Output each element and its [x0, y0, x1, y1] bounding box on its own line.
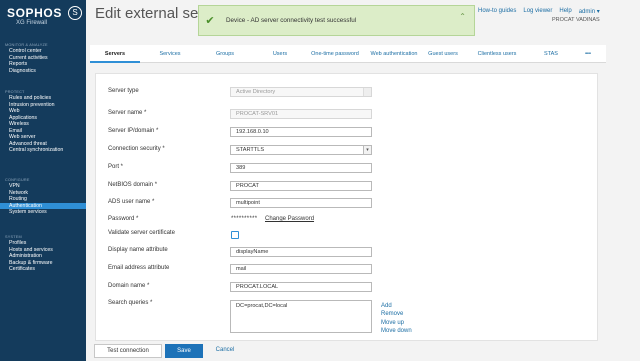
help-link[interactable]: Help [559, 8, 571, 15]
success-toast: ✔ Device - AD server connectivity test s… [198, 5, 475, 36]
search-queries-actions: Add Remove Move up Move down [381, 302, 412, 335]
password-mask: ********** [231, 216, 258, 222]
header-links: How-to guides Log viewer Help admin ▾ [478, 8, 600, 15]
validate-cert-label: Validate server certificate [108, 230, 175, 236]
connection-security-select[interactable]: STARTTLS ▾ [230, 145, 372, 155]
remove-query-link[interactable]: Remove [381, 310, 412, 318]
server-ip-label: Server IP/domain * [108, 128, 159, 134]
tab-services[interactable]: Services [148, 45, 192, 63]
display-name-attr-input[interactable]: displayName [230, 247, 372, 257]
search-query-item[interactable]: DC=procat,DC=local [236, 303, 287, 309]
nav-section-configure: CONFIGURE VPN Network Routing Authentica… [0, 178, 86, 216]
tab-web-authentication[interactable]: Web authentication [364, 45, 424, 63]
server-type-label: Server type [108, 88, 139, 94]
netbios-label: NetBIOS domain * [108, 182, 158, 188]
netbios-input[interactable]: PROCAT [230, 181, 372, 191]
domain-name-label: Domain name * [108, 283, 150, 289]
nav-section-system: SYSTEM Profiles Hosts and services Admin… [0, 235, 86, 273]
move-down-link[interactable]: Move down [381, 327, 412, 335]
email-attr-label: Email address attribute [108, 265, 170, 271]
move-up-link[interactable]: Move up [381, 319, 412, 327]
device-name: PROCAT VADINAS [552, 17, 600, 23]
nav-section-monitor: MONITOR & ANALYZE Control center Current… [0, 43, 86, 74]
add-query-link[interactable]: Add [381, 302, 412, 310]
how-to-guides-link[interactable]: How-to guides [478, 8, 516, 15]
validate-cert-checkbox[interactable] [231, 231, 239, 239]
server-type-select: Active Directory [230, 87, 372, 97]
test-connection-button[interactable]: Test connection [94, 344, 162, 358]
port-label: Port * [108, 164, 124, 170]
server-name-label: Server name * [108, 110, 147, 116]
sidebar: SOPHOS XG Firewall S MONITOR & ANALYZE C… [0, 0, 86, 361]
brand[interactable]: SOPHOS XG Firewall S [7, 6, 83, 32]
sidebar-item-central-synchronization[interactable]: Central synchronization [0, 147, 86, 154]
collapse-toast-icon[interactable]: ⌃ [459, 12, 466, 21]
admin-menu[interactable]: admin ▾ [579, 8, 600, 15]
password-label: Password * [108, 216, 139, 222]
tab-groups[interactable]: Groups [205, 45, 245, 63]
server-type-value: Active Directory [236, 89, 276, 95]
ads-user-input[interactable]: multipoint [230, 198, 372, 208]
more-tabs-button[interactable]: ••• [578, 45, 598, 63]
chevron-down-icon: ▾ [363, 146, 371, 154]
port-input[interactable]: 389 [230, 163, 372, 173]
tab-guest-users[interactable]: Guest users [424, 45, 462, 63]
tab-bar: Servers Services Groups Users One-time p… [90, 45, 606, 63]
brand-name: SOPHOS [7, 6, 62, 20]
server-ip-input[interactable]: 192.168.0.10 [230, 127, 372, 137]
domain-name-input[interactable]: PROCAT.LOCAL [230, 282, 372, 292]
email-attr-input[interactable]: mail [230, 264, 372, 274]
tab-users[interactable]: Users [261, 45, 299, 63]
cancel-button[interactable]: Cancel [210, 344, 240, 358]
tab-one-time-password[interactable]: One-time password [307, 45, 363, 63]
sidebar-item-certificates[interactable]: Certificates [0, 266, 86, 273]
tab-servers[interactable]: Servers [90, 45, 140, 63]
brand-product: XG Firewall [16, 20, 48, 26]
tab-stas[interactable]: STAS [532, 45, 570, 63]
save-button[interactable]: Save [165, 344, 203, 358]
checkmark-icon: ✔ [205, 14, 215, 27]
change-password-link[interactable]: Change Password [265, 216, 314, 222]
chevron-down-icon [363, 88, 371, 96]
server-name-input: PROCAT-SRV01 [230, 109, 372, 119]
connection-security-value: STARTTLS [236, 147, 265, 153]
toast-message: Device - AD server connectivity test suc… [226, 17, 357, 24]
sidebar-item-system-services[interactable]: System services [0, 209, 86, 216]
connection-security-label: Connection security * [108, 146, 165, 152]
ads-user-label: ADS user name * [108, 199, 155, 205]
display-name-attr-label: Display name attribute [108, 247, 168, 253]
sophos-logo-icon: S [68, 6, 82, 20]
sidebar-item-diagnostics[interactable]: Diagnostics [0, 68, 86, 75]
search-queries-label: Search queries * [108, 300, 153, 306]
log-viewer-link[interactable]: Log viewer [523, 8, 552, 15]
search-queries-list[interactable]: DC=procat,DC=local [230, 300, 372, 333]
nav-section-protect: PROTECT Rules and policies Intrusion pre… [0, 90, 86, 154]
tab-clientless-users[interactable]: Clientless users [473, 45, 521, 63]
